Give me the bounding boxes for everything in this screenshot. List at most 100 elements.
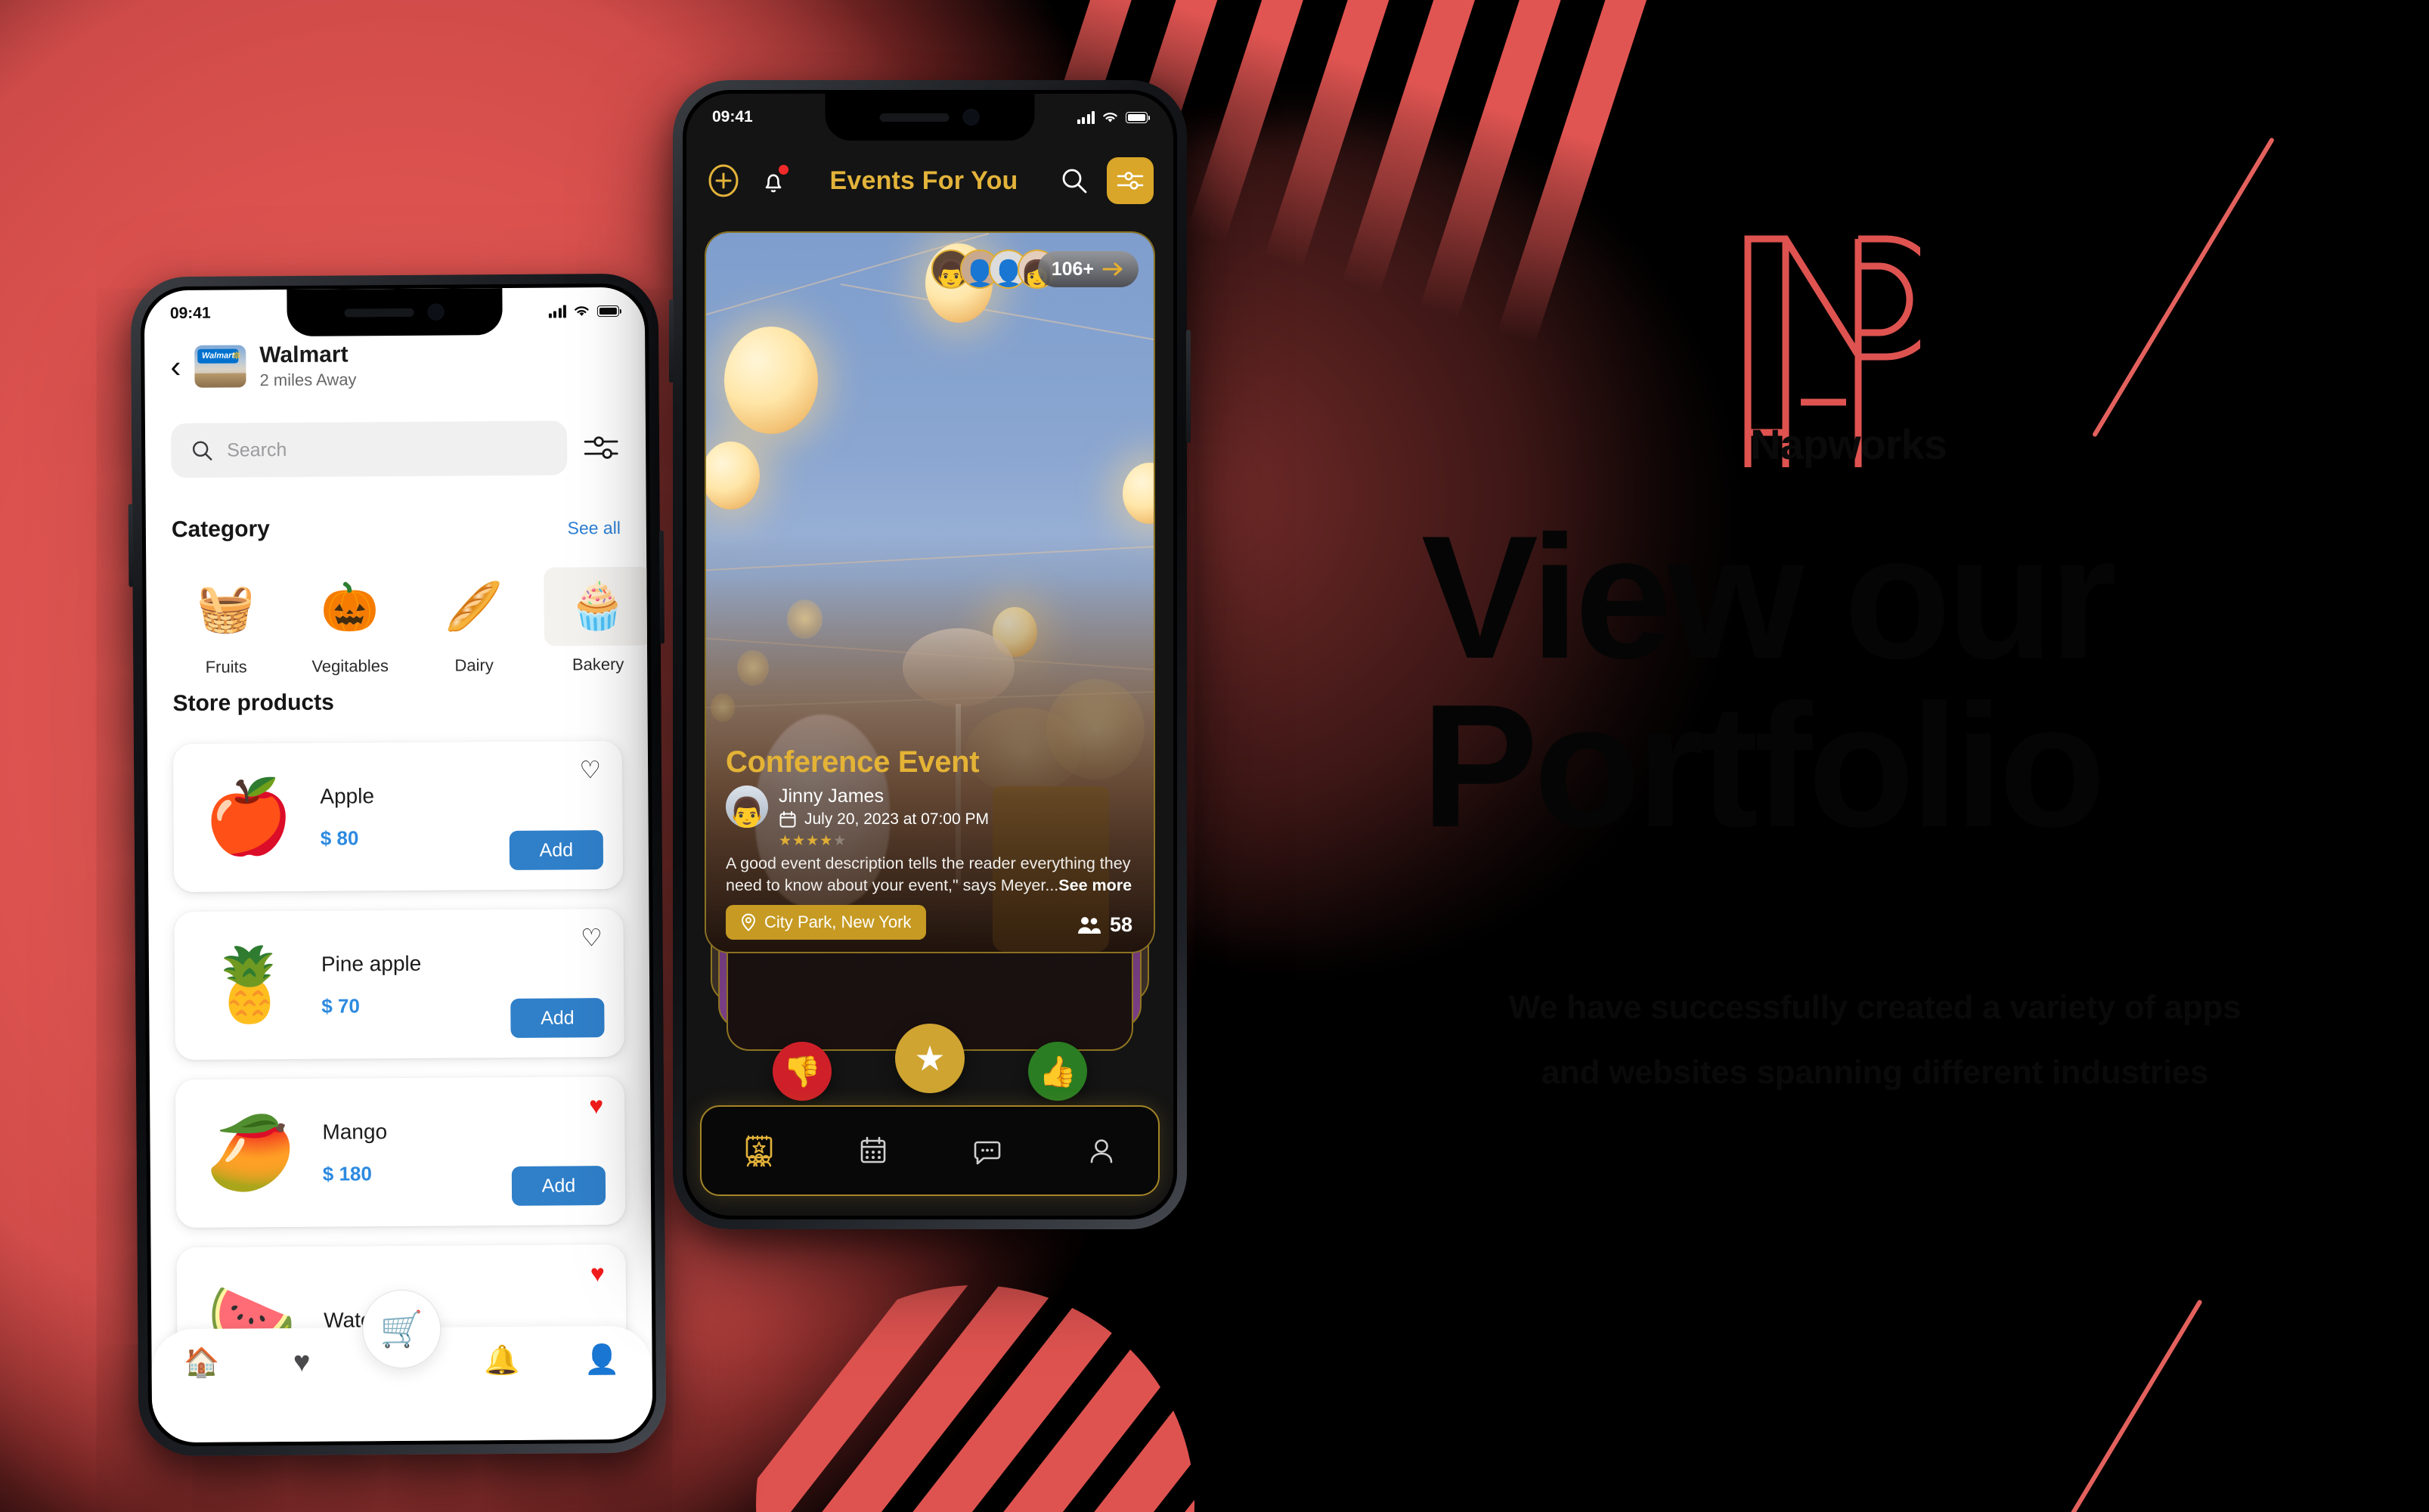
thumbs-down-icon: 👎 <box>783 1055 821 1089</box>
brand-name: Napworks <box>1750 420 1947 468</box>
dislike-button[interactable]: 👎 <box>773 1042 832 1101</box>
favorite-button[interactable]: ★ <box>895 1024 965 1093</box>
attendee-count: 58 <box>1109 913 1132 936</box>
product-card-pineapple[interactable]: 🍍 Pine apple $ 70 ♡ Add <box>174 908 624 1061</box>
search-input[interactable]: Search <box>170 420 568 479</box>
earpiece-speaker <box>344 308 414 317</box>
event-location-badge[interactable]: City Park, New York <box>726 905 927 940</box>
category-label: Vegitables <box>311 656 389 676</box>
cart-floating-button[interactable]: 🛒 <box>361 1289 441 1369</box>
event-info-overlay: Conference Event 👨 Jinny James July 20, … <box>706 745 1154 940</box>
category-thumb-vegitables: 🎃 <box>296 568 404 648</box>
pumpkin-vegetables-icon: 🎃 <box>320 581 380 634</box>
event-datetime-row: July 20, 2023 at 07:00 PM <box>779 810 1134 829</box>
star-icon: ★ <box>914 1039 946 1078</box>
nav-item-calendar[interactable] <box>816 1133 930 1168</box>
favorite-heart-icon[interactable]: ♡ <box>579 756 601 783</box>
attendee-more-pill[interactable]: 106+ <box>1037 251 1139 287</box>
event-datetime: July 20, 2023 at 07:00 PM <box>804 810 989 829</box>
page-subcopy: We have successfully created a variety o… <box>1338 975 2412 1105</box>
subcopy-line-2: and websites spanning different industri… <box>1541 1053 2209 1091</box>
product-name: Apple <box>320 783 375 808</box>
shopping-cart-icon: 🛒 <box>380 1309 424 1349</box>
status-indicators <box>1077 110 1150 124</box>
status-indicators <box>548 304 619 318</box>
see-all-link[interactable]: See all <box>567 518 621 538</box>
nav-item-home[interactable]: 🏠 <box>151 1346 252 1379</box>
events-page-title: Events For You <box>829 166 1018 195</box>
front-camera <box>427 303 445 321</box>
event-card[interactable]: 👨 👤 👤 👩 106+ Conference Event 👨 Jinny Ja… <box>705 231 1155 953</box>
phone-notch <box>825 94 1035 141</box>
phone-mockup-grocery: 09:41 ‹ Walmart ✵ Walmart 2 miles Away S… <box>128 273 667 1457</box>
add-to-cart-button[interactable]: Add <box>511 1166 606 1206</box>
product-name: Pine apple <box>321 951 422 976</box>
category-item-fruits[interactable]: 🧺 Fruits <box>172 569 280 677</box>
favorite-heart-icon[interactable]: ♥ <box>590 1259 605 1287</box>
back-chevron-icon[interactable]: ‹ <box>170 349 181 384</box>
product-card-apple[interactable]: 🍎 Apple $ 80 ♡ Add <box>172 740 624 893</box>
add-to-cart-button[interactable]: Add <box>510 998 605 1038</box>
page-headline: View our Portfolio <box>1421 500 2118 864</box>
nav-item-events[interactable] <box>702 1130 816 1171</box>
phone-volume-buttons <box>128 503 134 587</box>
like-button[interactable]: 👍 <box>1028 1042 1087 1101</box>
nav-item-profile[interactable]: 👤 <box>552 1343 652 1377</box>
bell-icon[interactable] <box>756 163 791 198</box>
host-name: Jinny James <box>779 785 884 807</box>
subcopy-line-1: We have successfully created a variety o… <box>1508 989 2242 1026</box>
map-pin-icon <box>741 913 756 931</box>
attendee-count-row: 58 <box>1077 913 1132 937</box>
accent-line-bottom-right <box>2035 1299 2203 1512</box>
add-to-cart-button[interactable]: Add <box>509 830 604 870</box>
battery-icon <box>596 305 619 317</box>
fruits-basket-icon: 🧺 <box>196 582 256 635</box>
event-title: Conference Event <box>726 745 980 779</box>
favorite-heart-icon[interactable]: ♥ <box>589 1092 603 1119</box>
phone-power-button <box>658 530 665 644</box>
nav-item-chat[interactable] <box>930 1133 1044 1168</box>
wifi-icon <box>575 305 589 316</box>
status-time: 09:41 <box>169 304 211 323</box>
wifi-icon <box>1103 112 1117 122</box>
home-icon: 🏠 <box>183 1346 220 1379</box>
phone-power-button <box>1186 330 1191 443</box>
filter-button[interactable] <box>1107 157 1154 204</box>
category-section-header: Category See all <box>146 514 646 544</box>
phone-volume-buttons <box>669 299 674 383</box>
product-card-mango[interactable]: 🥭 Mango $ 180 ♥ Add <box>175 1076 626 1228</box>
walmart-spark-icon: ✵ <box>231 349 242 363</box>
status-time: 09:41 <box>712 108 753 125</box>
cellular-signal-icon <box>1077 110 1095 124</box>
store-products-title: Store products <box>172 689 334 717</box>
event-description: A good event description tells the reade… <box>726 853 1134 896</box>
events-app-screen: 09:41 Events For You 👨 👤 👤 👩 106+ Confer… <box>686 94 1173 1216</box>
category-thumb-bakery: 🧁 <box>544 566 652 646</box>
product-image: 🍍 <box>204 944 295 1026</box>
products-section-header: Store products <box>147 688 647 717</box>
chat-bubble-icon <box>974 1141 1000 1165</box>
person-icon <box>1090 1139 1112 1163</box>
search-icon[interactable] <box>1057 163 1092 198</box>
nav-item-notifications[interactable]: 🔔 <box>452 1345 553 1377</box>
category-title: Category <box>171 516 271 543</box>
event-host-row: 👨 Jinny James July 20, 2023 at 07:00 PM … <box>726 785 1134 850</box>
store-info: Walmart 2 miles Away <box>259 342 356 389</box>
category-item-vegitables[interactable]: 🎃 Vegitables <box>296 568 404 677</box>
nav-item-favorites[interactable]: ♥ <box>252 1346 352 1378</box>
sliders-icon[interactable] <box>582 429 620 466</box>
plus-circle-icon[interactable] <box>706 163 741 198</box>
store-thumbnail: Walmart ✵ <box>194 345 246 389</box>
product-image: 🍎 <box>203 776 294 858</box>
category-item-bakery[interactable]: 🧁 Bakery <box>544 566 652 675</box>
store-name: Walmart <box>259 342 349 368</box>
favorite-heart-icon[interactable]: ♡ <box>581 924 603 951</box>
nav-item-profile[interactable] <box>1044 1133 1158 1168</box>
see-more-link[interactable]: See more <box>1058 876 1132 894</box>
category-list: 🧺 Fruits 🎃 Vegitables 🥖 Dairy 🧁 Bakery <box>146 566 652 678</box>
store-header: ‹ Walmart ✵ Walmart 2 miles Away <box>144 340 645 391</box>
person-icon: 👤 <box>584 1343 621 1377</box>
event-card-stack: 👨 👤 👤 👩 106+ Conference Event 👨 Jinny Ja… <box>686 231 1173 1051</box>
category-item-dairy[interactable]: 🥖 Dairy <box>420 567 528 676</box>
category-label: Bakery <box>572 654 624 674</box>
